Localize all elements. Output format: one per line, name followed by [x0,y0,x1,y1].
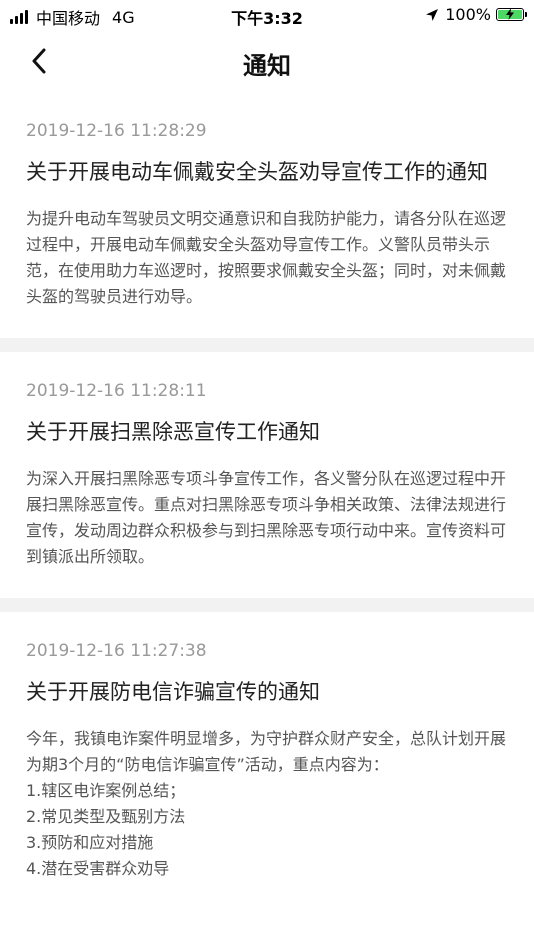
notice-title: 关于开展防电信诈骗宣传的通知 [26,680,320,704]
battery-percent: 100% [445,5,491,24]
nav-bar: 通知 [0,30,534,92]
notice-body: 为提升电动车驾驶员文明交通意识和自我防护能力，请各分队在巡逻过程中，开展电动车佩… [26,209,507,306]
notice-item[interactable]: 2019-12-16 11:28:29 关于开展电动车佩戴安全头盔劝导宣传工作的… [0,92,534,338]
notice-item[interactable]: 2019-12-16 11:28:11 关于开展扫黑除恶宣传工作通知 为深入开展… [0,352,534,598]
notice-title: 关于开展电动车佩戴安全头盔劝导宣传工作的通知 [26,160,488,184]
status-right: 100% [425,5,527,24]
status-bar: 中国移动 4G 下午3:32 100% [0,0,534,30]
location-arrow-icon [426,8,439,21]
notice-time: 2019-12-16 11:28:29 [26,121,207,141]
page-title: 通知 [243,52,291,80]
notice-title: 关于开展扫黑除恶宣传工作通知 [26,420,320,444]
battery-icon [496,8,527,21]
charging-bolt-icon [506,8,514,20]
notice-item[interactable]: 2019-12-16 11:27:38 关于开展防电信诈骗宣传的通知 今年，我镇… [0,612,534,910]
notice-time: 2019-12-16 11:28:11 [26,381,207,401]
notice-time: 2019-12-16 11:27:38 [26,641,207,661]
notice-body: 为深入开展扫黑除恶专项斗争宣传工作，各义警分队在巡逻过程中开展扫黑除恶宣传。重点… [26,469,507,566]
notice-list: 2019-12-16 11:28:29 关于开展电动车佩戴安全头盔劝导宣传工作的… [0,92,534,910]
notice-body: 今年，我镇电诈案件明显增多，为守护群众财产安全，总队计划开展为期3个月的“防电信… [26,729,507,878]
